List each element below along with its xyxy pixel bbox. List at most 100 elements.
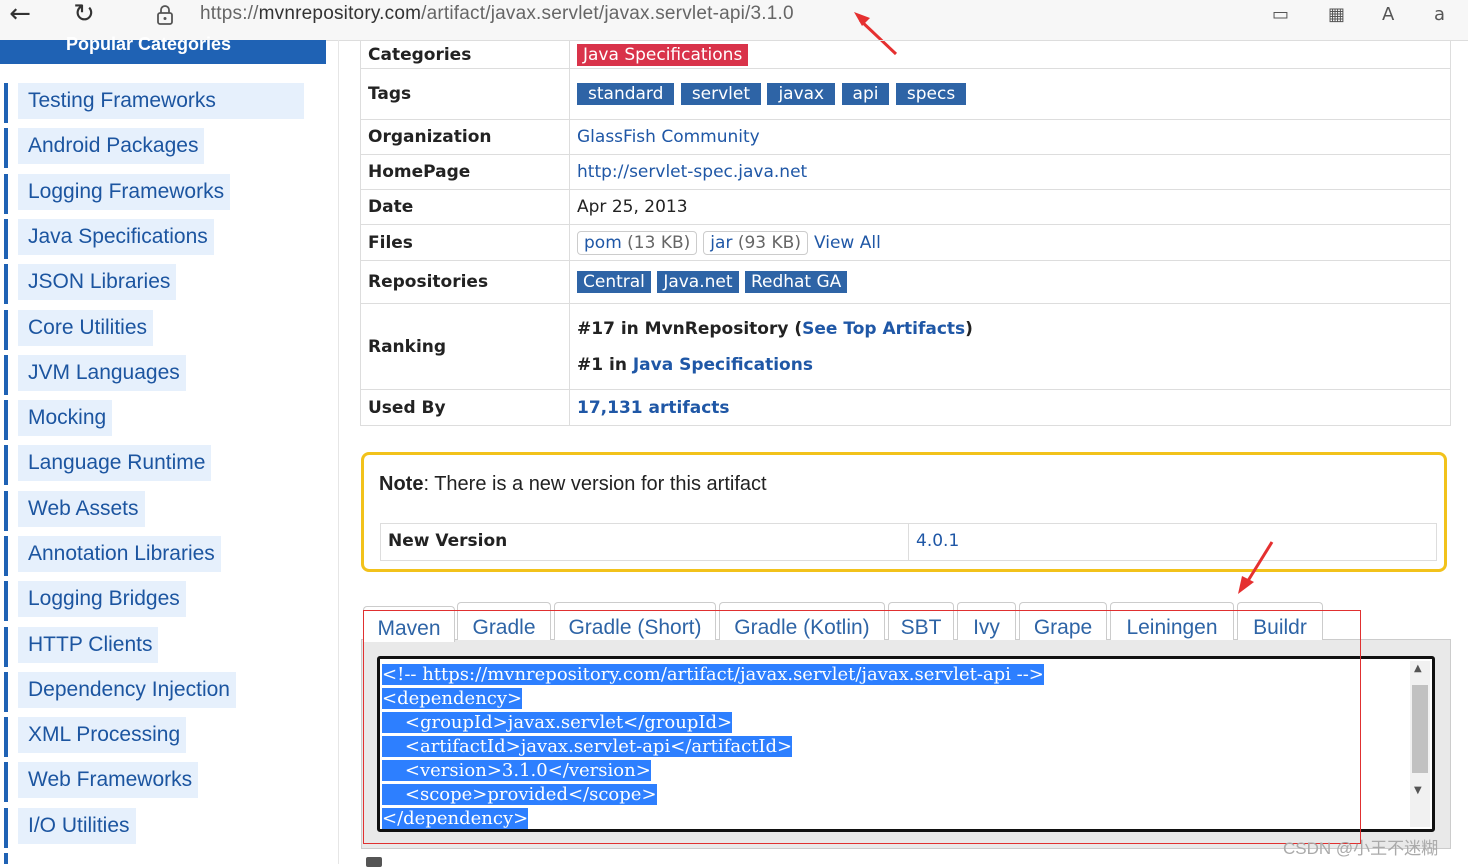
sidebar-item[interactable]: Android Packages [4, 128, 205, 168]
new-version-table: New Version 4.0.1 [380, 523, 1437, 561]
sidebar-item[interactable]: Web Assets [4, 491, 145, 531]
table-row: Tags standard servlet javax api specs [360, 68, 1451, 120]
sidebar-item[interactable]: JVM Languages [4, 355, 186, 395]
reload-icon[interactable]: ↻ [66, 0, 102, 30]
watermark: CSDN @小王不迷糊 [1283, 839, 1439, 858]
sidebar-item[interactable]: Java Specifications [4, 219, 214, 259]
sidebar-item[interactable]: HTTP Clients [4, 627, 159, 667]
tag-badge[interactable]: servlet [680, 83, 762, 105]
sidebar-item-label[interactable]: JVM Languages [18, 355, 186, 391]
sidebar-item-label[interactable]: Language Runtime [18, 445, 212, 481]
table-row: Used By 17,131 artifacts [360, 389, 1451, 426]
tag-badge[interactable]: specs [895, 83, 967, 105]
tag-badge[interactable]: javax [767, 83, 836, 105]
usedby-link[interactable]: 17,131 artifacts [577, 398, 730, 418]
ranking-cell: #17 in MvnRepository (See Top Artifacts)… [569, 303, 1451, 390]
url-prefix: https:// [200, 3, 259, 24]
sidebar-item[interactable]: Logging Frameworks [4, 174, 231, 214]
popular-categories-header: Popular Categories [0, 34, 326, 64]
scrollbar[interactable]: ▲ ▼ [1410, 661, 1430, 827]
sidebar-item-label[interactable]: Dependency Injection [18, 672, 236, 708]
translate-icon[interactable]: a [1434, 4, 1445, 25]
sidebar-item[interactable]: I/O Utilities [4, 808, 136, 848]
note-text: Note: There is a new version for this ar… [379, 473, 767, 495]
url-path: /artifact/javax.servlet/javax.servlet-ap… [421, 3, 794, 24]
homepage-label: HomePage [360, 154, 570, 190]
scrollbar-thumb[interactable] [1412, 685, 1428, 773]
sidebar-item-label[interactable]: Mocking [18, 400, 113, 436]
back-arrow-icon[interactable]: ← [2, 0, 38, 30]
file-pom-button[interactable]: pom (13 KB) [577, 230, 698, 255]
table-row: Ranking #17 in MvnRepository (See Top Ar… [360, 303, 1451, 390]
see-top-artifacts-link[interactable]: See Top Artifacts [802, 319, 965, 339]
sidebar-item-label[interactable]: Java Specifications [18, 219, 214, 255]
sidebar-item-label[interactable]: Web Frameworks [18, 762, 199, 798]
url-domain: mvnrepository.com [258, 3, 422, 24]
sidebar-item-label[interactable]: Annotation Libraries [18, 536, 221, 572]
sidebar-item[interactable]: JSON Libraries [4, 264, 177, 304]
organization-link[interactable]: GlassFish Community [577, 127, 760, 147]
repository-badge[interactable]: Central [577, 271, 651, 293]
date-value: Apr 25, 2013 [569, 189, 1451, 225]
file-jar-button[interactable]: jar (93 KB) [703, 230, 808, 255]
new-version-link[interactable]: 4.0.1 [916, 531, 959, 551]
divider [908, 524, 909, 560]
repositories-label: Repositories [360, 260, 570, 304]
categories-label: Categories [360, 40, 570, 69]
sidebar-item[interactable]: XML Processing [4, 717, 187, 757]
sidebar-item-label[interactable]: Android Packages [18, 128, 205, 164]
sidebar-item[interactable] [4, 853, 8, 864]
sidebar-item[interactable]: Annotation Libraries [4, 536, 221, 576]
repositories-cell: Central Java.net Redhat GA [569, 260, 1451, 304]
annotation-outline [363, 610, 1361, 844]
sidebar-item[interactable]: Logging Bridges [4, 581, 186, 621]
new-version-label: New Version [388, 531, 508, 551]
grid-icon[interactable]: ▦ [1328, 4, 1345, 25]
view-all-link[interactable]: View All [814, 233, 881, 253]
homepage-cell: http://servlet-spec.java.net [569, 154, 1451, 190]
ranking-global: #17 in MvnRepository (See Top Artifacts) [577, 318, 973, 339]
category-badge[interactable]: Java Specifications [577, 43, 749, 66]
tag-badge[interactable]: api [841, 83, 890, 105]
sidebar-item[interactable]: Testing Frameworks [4, 83, 304, 123]
ranking-category-link[interactable]: Java Specifications [633, 355, 813, 375]
table-row: Files pom (13 KB) jar (93 KB) View All [360, 224, 1451, 261]
sidebar-item[interactable]: Language Runtime [4, 445, 212, 485]
tag-badge[interactable]: standard [577, 83, 675, 105]
organization-cell: GlassFish Community [569, 119, 1451, 155]
sidebar-item-label[interactable]: Core Utilities [18, 310, 154, 346]
table-row: Organization GlassFish Community [360, 119, 1451, 155]
ranking-label: Ranking [360, 303, 570, 390]
ranking-category: #1 in Java Specifications [577, 354, 813, 375]
table-row: Categories Java Specifications [360, 40, 1451, 69]
address-bar[interactable]: https://mvnrepository.com/artifact/javax… [200, 3, 794, 25]
sidebar-item-label[interactable]: JSON Libraries [18, 264, 177, 300]
tags-label: Tags [360, 68, 570, 120]
scroll-up-icon[interactable]: ▲ [1414, 663, 1422, 674]
repository-badge[interactable]: Java.net [657, 271, 739, 293]
sidebar-item[interactable]: Mocking [4, 400, 113, 440]
sidebar-item-label[interactable]: Logging Frameworks [18, 174, 231, 210]
date-label: Date [360, 189, 570, 225]
artifact-info-table: Categories Java Specifications Tags stan… [360, 40, 1451, 426]
sidebar-item-label[interactable]: I/O Utilities [18, 808, 136, 844]
sidebar-item-label[interactable]: HTTP Clients [18, 627, 159, 663]
include-comment-checkbox[interactable] [366, 857, 382, 867]
sidebar-item[interactable]: Web Frameworks [4, 762, 199, 802]
devices-icon[interactable]: ▭ [1272, 4, 1289, 25]
tags-cell: standard servlet javax api specs [569, 68, 1451, 120]
sidebar-item[interactable]: Core Utilities [4, 310, 154, 350]
usedby-label: Used By [360, 389, 570, 426]
files-cell: pom (13 KB) jar (93 KB) View All [569, 224, 1451, 261]
sidebar-item-label[interactable]: Logging Bridges [18, 581, 186, 617]
table-row: Date Apr 25, 2013 [360, 189, 1451, 225]
read-aloud-icon[interactable]: A [1382, 4, 1394, 25]
sidebar-item[interactable]: Dependency Injection [4, 672, 236, 712]
repository-badge[interactable]: Redhat GA [744, 271, 848, 293]
sidebar-item-label[interactable]: Web Assets [18, 491, 145, 527]
lock-icon[interactable] [154, 4, 176, 26]
sidebar-item-label[interactable]: Testing Frameworks [18, 83, 304, 119]
scroll-down-icon[interactable]: ▼ [1414, 785, 1422, 796]
homepage-link[interactable]: http://servlet-spec.java.net [577, 162, 807, 182]
sidebar-item-label[interactable]: XML Processing [18, 717, 187, 753]
